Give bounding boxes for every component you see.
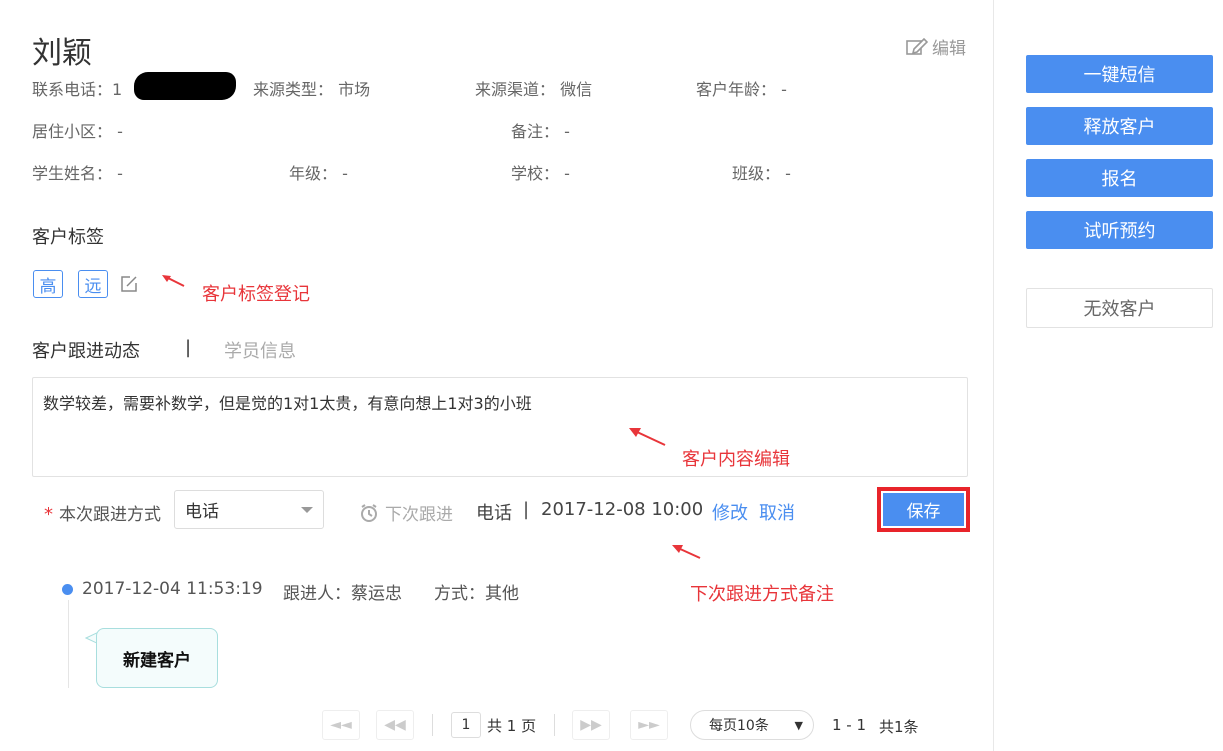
chevron-down-icon — [301, 506, 313, 513]
modify-link[interactable]: 修改 — [712, 499, 748, 525]
school-value: - — [564, 164, 570, 183]
tab-separator: | — [185, 337, 192, 358]
annotation-arrow-icon — [629, 428, 666, 446]
sidebar-divider — [993, 0, 994, 751]
total-count: 共1条 — [879, 718, 919, 736]
sms-button[interactable]: 一键短信 — [1026, 55, 1213, 93]
method-label: 本次跟进方式 — [59, 505, 161, 525]
source-type-value: 市场 — [338, 80, 371, 99]
first-page-icon: ◄◄ — [330, 717, 352, 733]
timeline-line — [68, 600, 69, 688]
next-annotation: 下次跟进方式备注 — [690, 584, 834, 605]
timeline-method: 方式：其他 — [434, 584, 519, 604]
source-type-field: 来源类型： 市场 — [253, 76, 370, 100]
phone-value: 1 — [112, 80, 123, 99]
source-type-label: 来源类型： — [253, 80, 334, 99]
required-mark: * — [44, 504, 53, 525]
page-range: 1 - 1 — [832, 716, 867, 734]
tags-title: 客户标签 — [32, 227, 104, 248]
next-method: 电话 — [476, 503, 512, 524]
grade-label: 年级： — [289, 164, 338, 183]
source-channel-value: 微信 — [560, 80, 593, 99]
community-label: 居住小区： — [32, 122, 113, 141]
customer-name: 刘颖 — [32, 36, 92, 71]
release-customer-button[interactable]: 释放客户 — [1026, 107, 1213, 145]
followup-content-input[interactable]: 数学较差，需要补数学，但是觉的1对1太贵，有意向想上1对3的小班 — [32, 377, 968, 477]
chevron-down-icon: ▼ — [794, 718, 803, 732]
annotation-arrow-icon — [162, 275, 185, 287]
enroll-button[interactable]: 报名 — [1026, 159, 1213, 197]
pagination-divider — [432, 714, 433, 736]
tag-annotation: 客户标签登记 — [202, 284, 310, 305]
source-channel-field: 来源渠道： 微信 — [475, 76, 592, 100]
next-page-icon: ▶▶ — [580, 717, 602, 733]
class-field: 班级： - — [732, 160, 791, 184]
first-page-button[interactable]: ◄◄ — [322, 710, 360, 740]
alarm-clock-icon — [361, 503, 377, 522]
prev-page-icon: ◀◀ — [384, 717, 406, 733]
per-page-value: 每页10条 — [709, 718, 769, 734]
remark-field: 备注： - — [511, 118, 570, 142]
next-separator: | — [523, 499, 530, 520]
pagination-divider — [554, 714, 555, 736]
per-page-select[interactable]: 每页10条 ▼ — [690, 710, 814, 740]
grade-field: 年级： - — [289, 160, 348, 184]
tab-student-info[interactable]: 学员信息 — [224, 337, 296, 363]
tag-edit-button[interactable] — [120, 275, 138, 297]
method-select-value: 电话 — [185, 502, 219, 522]
timeline-bubble: 新建客户 — [96, 628, 218, 688]
prev-page-button[interactable]: ◀◀ — [376, 710, 414, 740]
next-time: 2017-12-08 10:00 — [541, 499, 704, 520]
edit-label: 编辑 — [932, 39, 966, 59]
next-followup-label: 下次跟进 — [359, 500, 453, 525]
last-page-icon: ►► — [638, 717, 660, 733]
total-pages: 共 1 页 — [487, 717, 537, 735]
student-name-value: - — [117, 164, 123, 183]
last-page-button[interactable]: ►► — [630, 710, 668, 740]
remark-label: 备注： — [511, 122, 560, 141]
school-field: 学校： - — [511, 160, 570, 184]
save-highlight: 保存 — [877, 487, 970, 532]
edit-icon — [906, 37, 928, 55]
redacted-phone — [134, 72, 236, 100]
remark-value: - — [564, 122, 570, 141]
tag-item[interactable]: 高 — [33, 270, 63, 298]
edit-button[interactable]: 编辑 — [906, 34, 966, 59]
class-value: - — [785, 164, 791, 183]
phone-label: 联系电话： — [32, 80, 113, 99]
tag-item[interactable]: 远 — [78, 270, 108, 298]
age-value: - — [781, 80, 787, 99]
edit-icon — [121, 276, 137, 292]
trial-booking-button[interactable]: 试听预约 — [1026, 211, 1213, 249]
invalid-customer-button[interactable]: 无效客户 — [1026, 288, 1213, 328]
student-name-field: 学生姓名： - — [32, 160, 123, 184]
next-page-button[interactable]: ▶▶ — [572, 710, 610, 740]
school-label: 学校： — [511, 164, 560, 183]
content-annotation: 客户内容编辑 — [682, 449, 790, 470]
source-channel-label: 来源渠道： — [475, 80, 556, 99]
timeline-person: 跟进人：蔡运忠 — [283, 584, 402, 604]
save-button[interactable]: 保存 — [883, 493, 964, 526]
student-name-label: 学生姓名： — [32, 164, 113, 183]
timeline-dot — [62, 584, 73, 595]
cancel-link[interactable]: 取消 — [759, 499, 795, 525]
customer-detail-panel: 刘颖 编辑 联系电话：1 来源类型： 市场 来源渠道： 微信 客户年龄： - 居… — [0, 0, 993, 751]
age-field: 客户年龄： - — [696, 76, 787, 100]
timeline-time: 2017-12-04 11:53:19 — [82, 579, 263, 599]
method-select[interactable]: 电话 — [174, 490, 324, 529]
next-label: 下次跟进 — [385, 505, 453, 525]
annotation-arrow-icon — [672, 545, 701, 559]
grade-value: - — [342, 164, 348, 183]
community-field: 居住小区： - — [32, 118, 123, 142]
tab-followup[interactable]: 客户跟进动态 — [32, 337, 140, 363]
page-number-input[interactable]: 1 — [451, 712, 481, 738]
community-value: - — [117, 122, 123, 141]
class-label: 班级： — [732, 164, 781, 183]
age-label: 客户年龄： — [696, 80, 777, 99]
phone-field: 联系电话：1 — [32, 76, 122, 100]
